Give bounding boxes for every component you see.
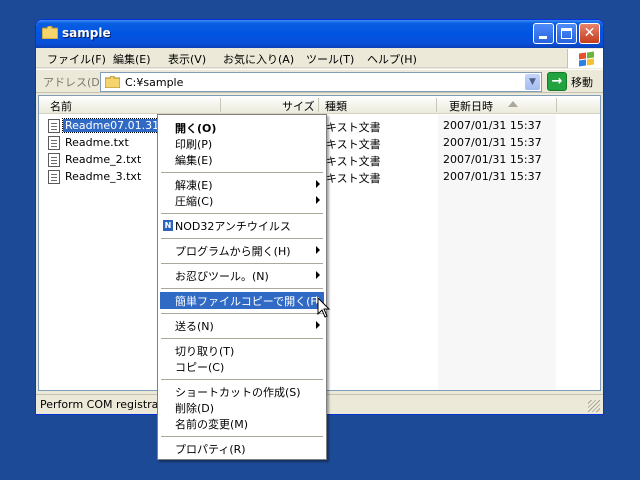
menu-view[interactable]: 表示(V): [168, 51, 206, 67]
menu-separator: [161, 313, 323, 314]
window-title: sample: [62, 26, 111, 40]
menu-favorites[interactable]: お気に入り(A): [223, 51, 294, 67]
menu-help[interactable]: ヘルプ(H): [367, 51, 417, 67]
folder-icon: [42, 26, 58, 39]
maximize-button[interactable]: [556, 23, 577, 44]
status-text: Perform COM registrat: [40, 398, 163, 411]
column-divider[interactable]: [556, 98, 557, 112]
menu-separator: [161, 436, 323, 437]
file-type: キスト文書: [326, 172, 381, 185]
file-modified: 2007/01/31 15:37: [443, 153, 542, 166]
menu-separator: [161, 288, 323, 289]
context-menu: 開く(O) 印刷(P) 編集(E) 解凍(E) 圧縮(C) N NOD32アンチウ…: [157, 114, 327, 460]
menu-separator: [161, 213, 323, 214]
text-file-icon: [48, 170, 60, 184]
submenu-arrow-icon: [316, 196, 320, 204]
file-type: キスト文書: [326, 155, 381, 168]
column-divider[interactable]: [318, 98, 319, 112]
arrow-right-icon: →: [551, 74, 563, 89]
menu-bar: ファイル(F) 編集(E) 表示(V) お気に入り(A) ツール(T) ヘルプ(…: [36, 48, 603, 68]
menu-item-cut[interactable]: 切り取り(T): [160, 342, 324, 359]
text-file-icon: [48, 153, 60, 167]
file-name: Readme_3.txt: [65, 170, 142, 183]
menu-separator: [161, 238, 323, 239]
submenu-arrow-icon: [316, 321, 320, 329]
menu-edit[interactable]: 編集(E): [113, 51, 151, 67]
menu-item-easy-copy-open[interactable]: 簡単ファイルコピーで開く(F): [160, 292, 324, 309]
menu-tools[interactable]: ツール(T): [306, 51, 354, 67]
column-header-name[interactable]: 名前: [50, 98, 72, 114]
column-header-modified[interactable]: 更新日時: [449, 98, 493, 114]
close-button[interactable]: ✕: [579, 23, 600, 44]
menu-item-copy[interactable]: コピー(C): [160, 358, 324, 375]
minimize-icon: [539, 36, 547, 39]
chevron-down-icon: ▼: [529, 77, 536, 87]
address-bar: アドレス(D) C:¥sample ▼ → 移動: [36, 69, 603, 93]
list-header: 名前 サイズ 種類 更新日時: [39, 96, 600, 114]
address-label: アドレス(D): [43, 76, 105, 89]
submenu-arrow-icon: [316, 271, 320, 279]
submenu-arrow-icon: [316, 246, 320, 254]
file-modified: 2007/01/31 15:37: [443, 170, 542, 183]
column-header-size[interactable]: サイズ: [282, 98, 315, 114]
menu-item-open[interactable]: 開く(O): [160, 119, 324, 136]
column-divider[interactable]: [220, 98, 221, 112]
mouse-pointer-icon: [317, 297, 331, 318]
nod32-icon: N: [163, 220, 173, 231]
menu-item-delete[interactable]: 削除(D): [160, 399, 324, 416]
file-name: Readme_2.txt: [65, 153, 142, 166]
menu-item-properties[interactable]: プロパティ(R): [160, 440, 324, 457]
close-icon: ✕: [583, 25, 596, 41]
folder-icon: [105, 76, 120, 88]
sort-ascending-icon: [508, 101, 518, 107]
address-value: C:¥sample: [125, 76, 184, 89]
minimize-button[interactable]: [533, 23, 554, 44]
text-file-icon: [48, 119, 60, 133]
menu-item-create-shortcut[interactable]: ショートカットの作成(S): [160, 383, 324, 400]
menu-item-open-with[interactable]: プログラムから開く(H): [160, 242, 324, 259]
address-dropdown-button[interactable]: ▼: [525, 74, 540, 90]
column-divider[interactable]: [436, 98, 437, 112]
go-button[interactable]: →: [547, 72, 567, 91]
text-file-icon: [48, 136, 60, 150]
title-bar[interactable]: sample ✕: [36, 20, 603, 48]
windows-logo-icon: [567, 49, 603, 68]
file-name: Readme.txt: [65, 136, 129, 149]
submenu-arrow-icon: [316, 180, 320, 188]
menu-separator: [161, 263, 323, 264]
go-label[interactable]: 移動: [571, 74, 593, 90]
menu-item-rename[interactable]: 名前の変更(M): [160, 415, 324, 432]
address-input[interactable]: C:¥sample ▼: [100, 72, 542, 92]
menu-item-edit[interactable]: 編集(E): [160, 151, 324, 168]
menu-item-extract[interactable]: 解凍(E): [160, 176, 324, 193]
file-modified: 2007/01/31 15:37: [443, 119, 542, 132]
menu-item-compress[interactable]: 圧縮(C): [160, 192, 324, 209]
file-type: キスト文書: [326, 138, 381, 151]
menu-item-ninja-tools[interactable]: お忍びツール。(N): [160, 267, 324, 284]
file-type: キスト文書: [326, 121, 381, 134]
menu-separator: [161, 379, 323, 380]
column-header-type[interactable]: 種類: [325, 98, 347, 114]
menu-file[interactable]: ファイル(F): [47, 51, 106, 67]
menu-separator: [161, 172, 323, 173]
menu-item-nod32[interactable]: N NOD32アンチウイルス: [160, 217, 324, 234]
resize-grip[interactable]: [588, 400, 600, 412]
menu-separator: [161, 338, 323, 339]
menu-item-print[interactable]: 印刷(P): [160, 135, 324, 152]
file-modified: 2007/01/31 15:37: [443, 136, 542, 149]
menu-item-send-to[interactable]: 送る(N): [160, 317, 324, 334]
maximize-icon: [561, 28, 572, 39]
